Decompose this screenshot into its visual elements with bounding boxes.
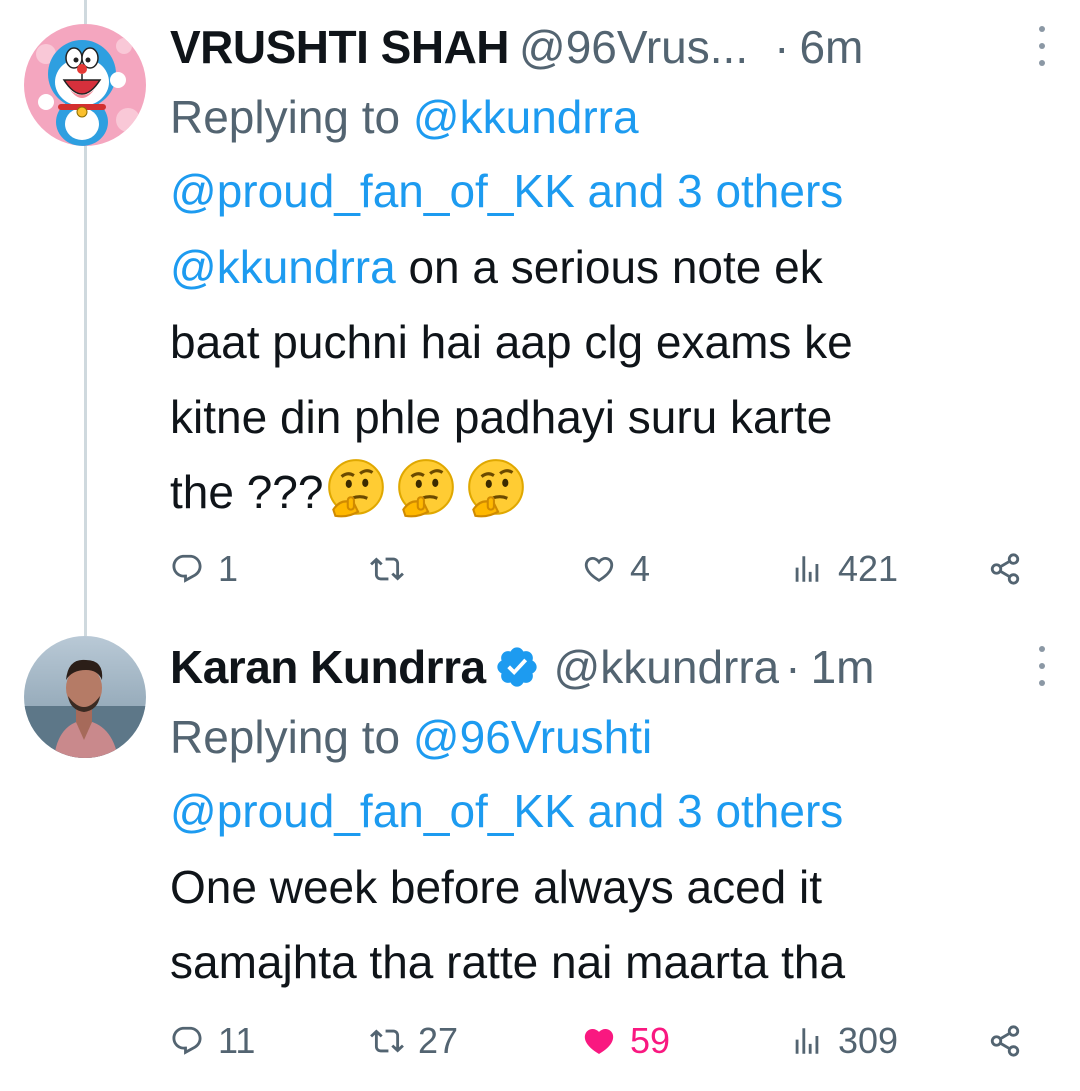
tweet-text: @kkundrra on a serious note ek baat puch… (170, 230, 1050, 530)
tweet-timestamp[interactable]: 1m (811, 640, 875, 694)
text-line-1: on a serious note ek (395, 241, 823, 293)
reply-button[interactable]: 1 (170, 544, 238, 594)
thinking-face-emoji (468, 459, 525, 518)
tweet-vrushti[interactable]: VRUSHTI SHAH @96Vrus... · 6m Replying to… (0, 0, 1080, 620)
text-line-3: kitne din phle padhayi suru karte (170, 391, 833, 443)
separator-dot: · (774, 21, 790, 73)
retweet-icon (370, 557, 404, 581)
reply-button[interactable]: 11 (170, 1016, 255, 1066)
views-button[interactable]: 309 (790, 1016, 898, 1066)
retweet-button[interactable]: 27 (370, 1016, 458, 1066)
like-button[interactable]: 59 (582, 1016, 670, 1066)
retweet-icon (370, 1029, 404, 1053)
reply-icon (172, 1026, 202, 1055)
replying-to-label: Replying to (170, 711, 401, 763)
more-options-icon[interactable] (1034, 26, 1050, 66)
retweet-button[interactable] (370, 544, 418, 594)
thinking-face-emoji (328, 459, 385, 518)
author-handle[interactable]: @kkundrra (554, 640, 780, 694)
views-icon (795, 556, 819, 582)
thinking-face-emoji (398, 459, 455, 518)
thinking-face-emoji-row (323, 459, 533, 518)
text-line-1: One week before always aced it (170, 861, 823, 913)
replying-to-mention[interactable]: @kkundrra (413, 91, 639, 143)
heart-filled-icon (584, 1028, 614, 1054)
tweet-karan[interactable]: Karan Kundrra @kkundrra · 1m Replying to… (0, 620, 1080, 1091)
views-count: 309 (838, 1020, 899, 1061)
like-count: 59 (630, 1020, 671, 1061)
text-mention[interactable]: @kkundrra (170, 241, 396, 293)
doraemon-avatar-image (24, 24, 146, 146)
views-button[interactable]: 421 (790, 544, 898, 594)
heart-icon (584, 556, 614, 582)
verified-badge-icon (496, 647, 537, 687)
share-button[interactable] (988, 544, 1022, 594)
share-icon (990, 553, 1020, 585)
karan-profile-photo (24, 636, 146, 758)
author-name[interactable]: Karan Kundrra (170, 640, 486, 694)
reply-count: 11 (218, 1020, 256, 1061)
reply-count: 1 (218, 548, 239, 589)
author-name[interactable]: VRUSHTI SHAH (170, 20, 510, 74)
text-line-4: the ??? (170, 466, 324, 518)
separator-dot: · (785, 641, 801, 693)
like-count: 4 (630, 548, 651, 589)
share-icon (990, 1025, 1020, 1057)
tweet-timestamp[interactable]: 6m (799, 20, 863, 74)
tweet-header: VRUSHTI SHAH @96Vrus... · 6m (170, 12, 1050, 82)
tweet-header: Karan Kundrra @kkundrra · 1m (170, 632, 1050, 702)
like-button[interactable]: 4 (582, 544, 650, 594)
avatar-vrushti[interactable] (24, 24, 146, 146)
text-line-2: samajhta tha ratte nai maarta tha (170, 936, 846, 988)
text-line-2: baat puchni hai aap clg exams ke (170, 316, 853, 368)
author-handle[interactable]: @96Vrus... (519, 20, 748, 74)
avatar-karan[interactable] (24, 636, 146, 758)
replying-to-line: Replying to @kkundrra @proud_fan_of_KK a… (170, 80, 1050, 228)
tweet-text: One week before always aced it samajhta … (170, 850, 1050, 1000)
share-button[interactable] (988, 1016, 1022, 1066)
replying-to-others-link[interactable]: @proud_fan_of_KK and 3 others (170, 165, 843, 217)
replying-to-others-link[interactable]: @proud_fan_of_KK and 3 others (170, 785, 843, 837)
views-count: 421 (838, 548, 899, 589)
replying-to-line: Replying to @96Vrushti @proud_fan_of_KK … (170, 700, 1050, 848)
tweet-actions-bar: 1 4 421 (170, 544, 1030, 594)
more-options-icon[interactable] (1034, 646, 1050, 686)
tweet-actions-bar: 11 27 59 309 (170, 1016, 1030, 1066)
retweet-count: 27 (418, 1020, 459, 1061)
reply-icon (172, 554, 202, 583)
views-icon (795, 1028, 819, 1054)
replying-to-label: Replying to (170, 91, 401, 143)
replying-to-mention[interactable]: @96Vrushti (413, 711, 652, 763)
